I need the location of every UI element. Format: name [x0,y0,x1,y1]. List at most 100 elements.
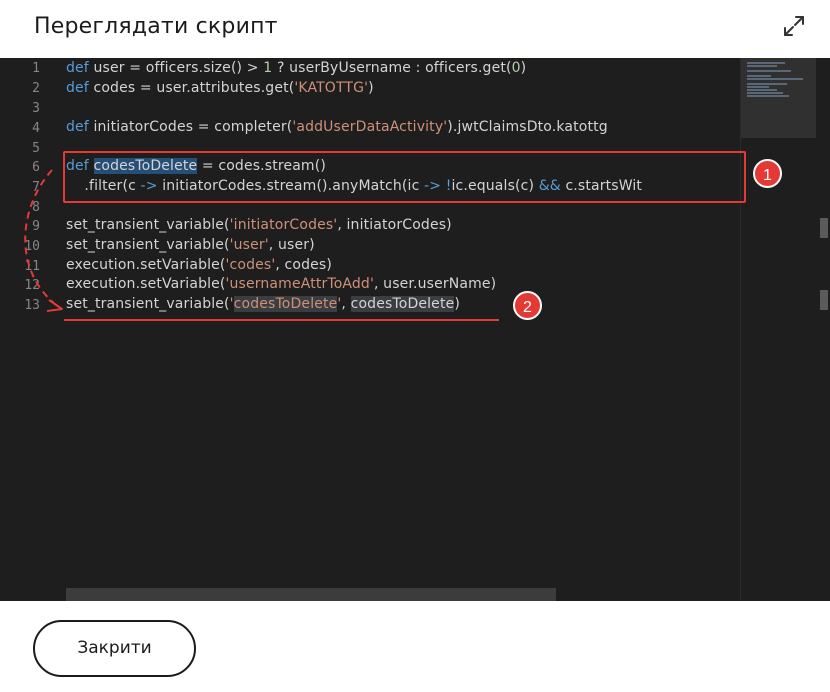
code-text: set_transient_variable( [66,237,230,253]
code-text: ).jwtClaimsDto.katottg [447,119,608,135]
code-text: ic.equals(c) [451,178,539,194]
code-text: ) [368,80,374,96]
code-line: .filter(c -> initiatorCodes.stream().any… [66,178,642,194]
code-editor[interactable]: 1 2 3 4 5 6 7 8 9 10 11 12 13 def user =… [0,58,830,601]
code-text: execution.setVariable( [66,257,226,273]
operator: -> [424,178,442,194]
code-line: execution.setVariable('codes', codes) [66,257,332,273]
highlighted-occurrence: codesToDelete [233,296,338,312]
minimap-line [747,92,783,94]
line-number: 5 [32,141,40,156]
minimap-line [747,78,803,80]
line-number: 4 [32,121,40,136]
selected-identifier: codesToDelete [93,158,198,174]
code-line: def user = officers.size() > 1 ? userByU… [66,60,526,76]
horizontal-scrollbar[interactable] [66,588,556,601]
code-text: user [88,60,130,76]
close-button[interactable]: Закрити [33,620,196,677]
code-text: initiatorCodes [88,119,198,135]
line-number: 7 [32,180,40,195]
operator: = [129,60,142,76]
code-text: user.attributes.get( [151,80,295,96]
code-text: , user.userName) [373,276,497,292]
minimap-line [747,70,791,72]
minimap-line [747,65,777,67]
dialog-header: Переглядати скрипт [0,0,830,58]
code-text: , codes) [275,257,332,273]
operator: && [538,178,561,194]
line-number: 9 [32,219,40,234]
dialog-footer: Закрити [0,601,830,692]
code-line: set_transient_variable('user', user) [66,237,315,253]
vertical-scrollbar[interactable] [816,58,830,601]
string-literal: 'addUserDataActivity' [292,119,448,135]
operator: > [246,60,259,76]
code-text: ) [520,60,527,76]
minimap-line [747,89,777,91]
code-text: officers.size() [141,60,247,76]
keyword: def [66,60,89,76]
minimap-line [747,83,787,85]
operator: = [201,158,214,174]
dialog-title: Переглядати скрипт [34,14,278,39]
string-literal: 'usernameAttrToAdd' [225,276,374,292]
operator: = [197,119,210,135]
number: 0 [511,60,521,76]
highlighted-occurrence: codesToDelete [350,296,455,312]
code-text: set_transient_variable( [66,296,230,312]
line-number: 1 [32,61,40,76]
keyword: def [66,119,89,135]
code-text: ? userByUsername : officers.get( [272,60,512,76]
annotation-badge: 2 [513,291,542,320]
code-line: def initiatorCodes = completer('addUserD… [66,119,608,135]
code-line: set_transient_variable('codesToDelete', … [66,296,460,312]
scrollbar-marker [820,218,828,238]
code-text: .filter(c [66,178,141,194]
line-number: 10 [24,239,40,254]
code-text: initiatorCodes.stream().anyMatch(ic [157,178,425,194]
code-text: codes [88,80,140,96]
code-text: codes.stream() [213,158,326,174]
line-number: 12 [24,278,40,293]
scrollbar-marker [820,290,828,310]
string-literal: 'codes' [225,257,276,273]
keyword: def [66,158,89,174]
string-literal: 'initiatorCodes' [229,217,338,233]
script-viewer-dialog: Переглядати скрипт 1 2 3 4 5 6 7 8 9 10 … [0,0,830,692]
operator: -> [140,178,158,194]
code-text: , user) [268,237,315,253]
code-line: execution.setVariable('usernameAttrToAdd… [66,276,496,292]
number: 1 [263,60,273,76]
line-number: 11 [24,259,40,274]
code-text: set_transient_variable( [66,217,230,233]
dashed-arrow-annotation [24,169,63,312]
minimap[interactable] [740,58,817,601]
code-line: set_transient_variable('initiatorCodes',… [66,217,452,233]
minimap-line [747,75,771,77]
string-literal: 'user' [229,237,269,253]
line-number: 13 [24,298,40,313]
line-number: 3 [32,101,40,116]
code-text: completer( [209,119,293,135]
underline-annotation [64,319,499,321]
code-text: c.startsWit [560,178,643,194]
annotation-badge: 1 [753,159,782,188]
code-line: def codesToDelete = codes.stream() [66,158,326,174]
minimap-line [747,86,769,88]
line-number: 6 [32,160,40,175]
line-number: 2 [32,81,40,96]
keyword: def [66,80,89,96]
line-number-gutter: 1 2 3 4 5 6 7 8 9 10 11 12 13 [0,58,60,601]
minimap-line [747,62,785,64]
code-text: ) [454,296,460,312]
code-text: , initiatorCodes) [337,217,452,233]
minimap-line [747,95,789,97]
code-text: , [341,296,351,312]
code-line: def codes = user.attributes.get('KATOTTG… [66,80,374,96]
line-number: 8 [32,200,40,215]
operator: = [139,80,152,96]
code-text: execution.setVariable( [66,276,226,292]
string-literal: 'KATOTTG' [294,80,369,96]
expand-icon[interactable] [782,14,806,38]
